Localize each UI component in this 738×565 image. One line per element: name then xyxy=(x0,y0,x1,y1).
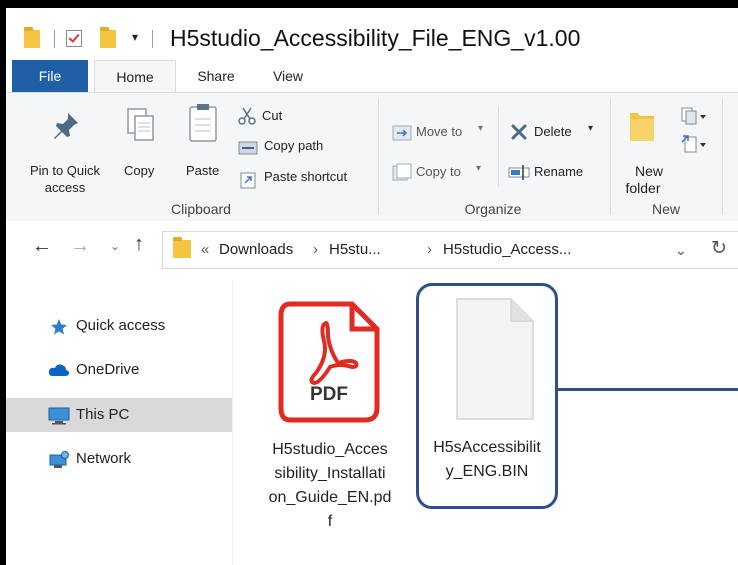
sidebar-item-label: Quick access xyxy=(76,317,166,334)
navigation-pane: Quick access OneDrive This PC Network xyxy=(6,281,233,565)
address-bar[interactable]: « Downloads › H5stu... › H5studio_Access… xyxy=(162,231,738,269)
selected-file-highlight xyxy=(416,283,558,509)
customize-quick-access-dropdown-icon[interactable]: ▾ xyxy=(132,30,138,44)
ribbon-home: Pin to Quick access Copy Paste Cut Copy … xyxy=(6,92,738,222)
copy-icon xyxy=(127,108,154,141)
divider xyxy=(722,99,723,215)
sidebar-item-network[interactable]: Network xyxy=(6,442,232,476)
paste-shortcut-label: Paste shortcut xyxy=(264,169,348,184)
pin-label-line-2: access xyxy=(44,180,86,195)
file-explorer-window: ▾ H5studio_Accessibility_File_ENG_v1.00 … xyxy=(6,8,738,565)
file-name-line: sibility_Installati xyxy=(274,465,386,482)
copy-to-icon xyxy=(392,163,412,181)
breadcrumb-separator[interactable]: › xyxy=(313,241,318,258)
group-label-new: New xyxy=(651,201,680,217)
group-label-clipboard: Clipboard xyxy=(171,201,231,217)
window-title: H5studio_Accessibility_File_ENG_v1.00 xyxy=(170,25,581,51)
address-history-chevron-down-icon[interactable]: ⌄ xyxy=(675,242,687,259)
copy-path-icon xyxy=(238,141,258,155)
scissors-icon xyxy=(238,107,256,125)
copy-to-label: Copy to xyxy=(416,164,461,179)
tab-view[interactable]: View xyxy=(260,60,316,92)
move-to-dropdown-icon: ▾ xyxy=(478,123,484,134)
new-folder-label-line-2: folder xyxy=(625,180,661,196)
divider xyxy=(152,30,153,48)
group-label-organize: Organize xyxy=(464,201,522,217)
new-item-icon xyxy=(681,107,706,125)
computer-icon xyxy=(48,407,70,425)
copy-to-dropdown-icon: ▾ xyxy=(476,163,482,174)
move-to-icon xyxy=(392,125,412,141)
sidebar-item-quick-access[interactable]: Quick access xyxy=(6,309,232,343)
sidebar-item-onedrive[interactable]: OneDrive xyxy=(6,353,232,387)
paste-shortcut-icon xyxy=(240,172,256,189)
sidebar-item-label: OneDrive xyxy=(76,361,140,378)
delete-x-icon xyxy=(511,124,527,140)
paste-label: Paste xyxy=(186,163,220,178)
sidebar-item-label: Network xyxy=(76,450,132,467)
refresh-icon[interactable]: ↻ xyxy=(711,237,727,260)
breadcrumb-h5studio-access[interactable]: H5studio_Access... xyxy=(443,241,571,258)
new-folder-label-line-1: New xyxy=(634,163,663,179)
divider xyxy=(498,107,499,187)
rename-label: Rename xyxy=(534,164,584,179)
pin-icon xyxy=(54,113,78,139)
divider xyxy=(610,99,611,215)
forward-arrow-icon[interactable]: → xyxy=(70,235,90,258)
network-icon xyxy=(49,451,69,468)
delete-label: Delete xyxy=(534,124,572,139)
sidebar-item-label: This PC xyxy=(76,406,130,423)
move-to-label: Move to xyxy=(416,124,463,139)
new-folder-icon xyxy=(630,113,654,141)
breadcrumb-separator[interactable]: › xyxy=(427,241,432,258)
tab-home[interactable]: Home xyxy=(94,60,176,93)
breadcrumb-downloads[interactable]: Downloads xyxy=(219,241,293,258)
cloud-icon xyxy=(48,364,70,376)
callout-line xyxy=(558,388,738,391)
recent-locations-chevron-down-icon[interactable]: ⌄ xyxy=(110,239,120,253)
file-name-pdf: H5studio_Acces sibility_Installati on_Gu… xyxy=(245,438,415,534)
file-name-line: H5studio_Acces xyxy=(272,441,388,458)
tab-share[interactable]: Share xyxy=(184,60,248,92)
copy-label: Copy xyxy=(124,163,155,178)
file-name-line: f xyxy=(327,513,333,530)
divider xyxy=(54,30,55,48)
file-name-line: on_Guide_EN.pd xyxy=(268,489,392,506)
breadcrumb-h5studio[interactable]: H5stu... xyxy=(329,241,381,258)
title-bar: ▾ H5studio_Accessibility_File_ENG_v1.00 xyxy=(6,8,738,60)
rename-icon xyxy=(508,165,530,180)
delete-dropdown-icon: ▾ xyxy=(588,123,594,134)
back-arrow-icon[interactable]: ← xyxy=(32,235,52,258)
paste-icon xyxy=(189,104,217,142)
cut-label: Cut xyxy=(262,108,283,123)
pdf-icon-label: PDF xyxy=(310,384,348,405)
pin-label-line-1: Pin to Quick xyxy=(29,163,101,178)
sidebar-item-this-pc[interactable]: This PC xyxy=(6,398,232,432)
ribbon-tabs: File Home Share View xyxy=(6,60,738,93)
tab-file[interactable]: File xyxy=(12,60,88,92)
easy-access-icon xyxy=(681,135,706,153)
divider xyxy=(378,99,379,215)
star-icon xyxy=(51,319,67,335)
up-arrow-icon[interactable]: ↑ xyxy=(134,233,144,256)
navigation-bar: ← → ⌄ ↑ « Downloads › H5stu... › H5studi… xyxy=(6,221,738,281)
copy-path-label: Copy path xyxy=(264,138,324,153)
folder-icon xyxy=(173,237,191,258)
address-overflow-chevron[interactable]: « xyxy=(201,241,209,258)
